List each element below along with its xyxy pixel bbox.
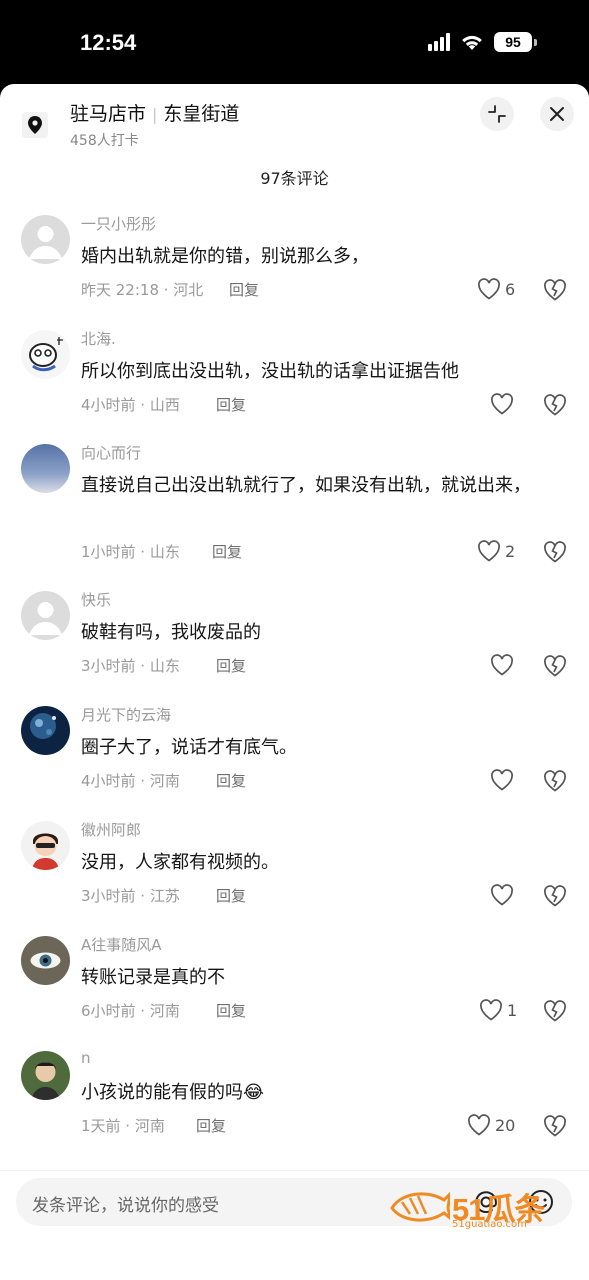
comment-text: 婚内出轨就是你的错，别说那么多， [81,246,369,267]
reply-button[interactable]: 回复 [216,394,246,415]
comment-username[interactable]: 北海. [81,328,116,349]
like-button[interactable] [490,884,518,906]
heart-outline-icon [480,999,502,1021]
like-button[interactable]: 6 [477,278,515,300]
comment-meta: 4小时前 · 山西 [81,396,180,414]
comment-username[interactable]: 一只小彤彤 [81,213,156,234]
comment-text: 所以你到底出没出轨，没出轨的话拿出证据告他 [81,361,459,382]
like-count: 2 [505,541,516,561]
broken-heart-icon[interactable] [542,278,568,302]
comment-meta: 6小时前 · 河南 [81,1002,180,1020]
broken-heart-icon[interactable] [542,393,568,417]
avatar[interactable] [21,1051,70,1100]
comment-text-body: 小孩说的能有假的吗 [81,1082,243,1103]
like-button[interactable]: 20 [467,1114,515,1136]
location-street: 东皇街道 [163,103,240,125]
reply-button[interactable]: 回复 [212,541,242,562]
like-count: 1 [507,1000,518,1020]
battery-tip [534,38,537,46]
collapse-button[interactable] [480,97,514,131]
heart-outline-icon [491,654,513,676]
avatar[interactable] [21,936,70,985]
close-icon [550,107,564,121]
broken-heart-icon[interactable] [542,1114,568,1138]
battery-indicator: 95 [494,32,532,52]
like-button[interactable] [490,769,518,791]
comment-text: 转账记录是真的不 [81,967,225,988]
reply-button[interactable]: 回复 [216,1000,246,1021]
comment-meta: 3小时前 · 江苏 [81,887,180,905]
comment-meta: 3小时前 · 山东 [81,657,180,675]
close-button[interactable] [540,97,574,131]
status-time: 12:54 [80,30,137,55]
avatar[interactable] [21,215,70,264]
like-button[interactable]: 2 [477,540,515,562]
comment-username[interactable]: 向心而行 [81,442,141,463]
wifi-icon [462,35,482,50]
heart-outline-icon [478,540,500,562]
avatar[interactable] [21,706,70,755]
heart-outline-icon [491,884,513,906]
reply-button[interactable]: 回复 [216,770,246,791]
broken-heart-icon[interactable] [542,769,568,793]
fish-logo-icon [390,1191,450,1222]
broken-heart-icon[interactable] [542,884,568,908]
comment-username[interactable]: 快乐 [81,589,111,610]
comment-input-placeholder: 发条评论，说说你的感受 [32,1196,219,1216]
comment-text: 没用，人家都有视频的。 [81,852,279,873]
comment-username[interactable]: A往事随风A [81,934,162,955]
comment-text: 小孩说的能有假的吗😂 [81,1076,551,1110]
location-pin-icon [22,112,48,138]
comment-meta: 1天前 · 河南 [81,1117,165,1135]
avatar[interactable] [21,821,70,870]
watermark-logo: 51瓜条 51guatiao.com [388,1184,568,1230]
watermark-url: 51guatiao.com [452,1219,527,1230]
like-count: 6 [505,279,516,299]
comment-meta: 4小时前 · 河南 [81,772,180,790]
reply-button[interactable]: 回复 [229,279,259,300]
heart-outline-icon [478,278,500,300]
location-title[interactable]: 驻马店市 | 东皇街道 [70,99,239,126]
comment-text: 破鞋有吗，我收废品的 [81,622,261,643]
status-bar: 12:54 95 [0,0,589,84]
heart-outline-icon [491,393,513,415]
comment-count: 97条评论 [260,169,329,188]
avatar[interactable] [21,444,70,493]
location-separator: | [152,105,158,124]
laughing-emoji: 😂 [243,1082,265,1103]
like-count: 20 [495,1115,516,1135]
comment-meta: 昨天 22:18 · 河北 [81,281,204,299]
comments-sheet: 驻马店市 | 东皇街道 458人打卡 97条评论 一只小彤彤 婚内出轨就是你的错，别… [0,84,589,1280]
checkin-count: 458人打卡 [70,133,139,149]
comment-meta: 1小时前 · 山东 [81,543,180,561]
avatar[interactable] [21,330,70,379]
comment-username[interactable]: 徽州阿郎 [81,819,141,840]
collapse-icon [488,105,506,123]
like-button[interactable]: 1 [479,999,517,1021]
heart-outline-icon [468,1114,490,1136]
heart-outline-icon [491,769,513,791]
cellular-signal-icon [428,33,450,51]
reply-button[interactable]: 回复 [196,1115,226,1136]
reply-button[interactable]: 回复 [216,885,246,906]
divider [0,1170,589,1171]
avatar[interactable] [21,591,70,640]
broken-heart-icon[interactable] [542,540,568,564]
comment-text: 直接说自己出没出轨就行了，如果没有出轨，就说出来， [81,475,531,496]
like-button[interactable] [490,393,518,415]
like-button[interactable] [490,654,518,676]
broken-heart-icon[interactable] [542,999,568,1023]
reply-button[interactable]: 回复 [216,655,246,676]
broken-heart-icon[interactable] [542,654,568,678]
status-icons: 95 [428,32,537,52]
location-header[interactable]: 驻马店市 | 东皇街道 458人打卡 [0,84,589,162]
comment-username[interactable]: 月光下的云海 [81,704,171,725]
comment-username[interactable]: n [81,1049,91,1067]
location-city: 驻马店市 [70,103,147,125]
comment-text: 圈子大了，说话才有底气。 [81,737,297,758]
